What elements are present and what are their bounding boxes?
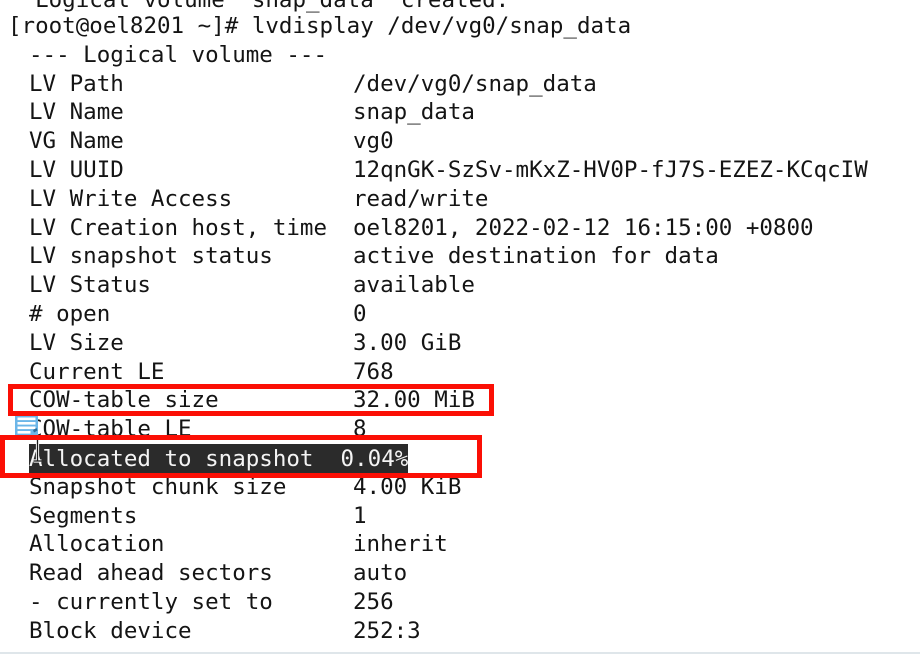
property-label: LV UUID (29, 157, 124, 183)
text-ibeam-cursor (31, 437, 44, 463)
property-label: Block device (29, 617, 192, 644)
property-label: # open (29, 301, 111, 327)
section-header-text: --- Logical volume --- (29, 41, 328, 68)
property-row-current-le: Current LE 768 (0, 358, 920, 387)
property-label: COW-table size (29, 387, 219, 414)
property-row-lv-write-access: LV Write Access read/write (0, 185, 920, 214)
property-row-allocated-to-snapshot[interactable]: Allocated to snapshot 0.04% (0, 444, 920, 476)
property-row-allocation: Allocation inherit (0, 530, 920, 559)
property-label: - currently set to (29, 589, 273, 615)
property-value: 256 (353, 589, 394, 615)
property-value: snap_data (353, 99, 475, 126)
property-value: 768 (353, 358, 394, 385)
property-row-currently-set-to: - currently set to 256 (0, 588, 920, 617)
property-row-lv-status: LV Status available (0, 271, 920, 300)
property-label: VG Name (29, 128, 124, 155)
property-label: LV Name (29, 99, 124, 126)
property-value: 8 (353, 416, 367, 443)
property-value: /dev/vg0/snap_data (353, 70, 597, 97)
property-label: Current LE (29, 358, 165, 385)
property-row-read-ahead-sectors: Read ahead sectors auto (0, 559, 920, 588)
property-value: 32.00 MiB (353, 387, 475, 414)
property-label: LV Status (29, 272, 151, 299)
property-row-lv-uuid: LV UUID 12qnGK-SzSv-mKxZ-HV0P-fJ7S-EZEZ-… (0, 156, 920, 185)
property-value: 252:3 (353, 617, 421, 644)
property-value: inherit (353, 531, 448, 558)
property-label: Snapshot chunk size (29, 473, 287, 500)
property-value: auto (353, 560, 408, 587)
property-label: LV Creation host, time (29, 214, 328, 241)
property-row-cow-table-le: COW-table LE 8 (0, 415, 920, 444)
property-row-lv-snapshot-status: LV snapshot status active destination fo… (0, 242, 920, 271)
property-value: 1 (353, 502, 367, 529)
property-value: 0 (353, 301, 367, 327)
property-label: LV Size (29, 329, 124, 356)
property-label: LV Path (29, 70, 124, 97)
property-label: COW-table LE (29, 416, 192, 443)
document-lines-icon (15, 415, 39, 438)
shell-prompt-line: [root@oel8201 ~]# lvdisplay /dev/vg0/sna… (0, 12, 920, 41)
property-row-vg-name: VG Name vg0 (0, 127, 920, 156)
property-label: Allocation (29, 531, 165, 558)
property-label: Segments (29, 502, 138, 529)
property-row-block-device: Block device 252:3 (0, 617, 920, 646)
property-value: vg0 (353, 128, 394, 155)
property-row-lv-name: LV Name snap_data (0, 98, 920, 127)
property-label: LV snapshot status (29, 243, 273, 270)
property-value: 4.00 KiB (353, 473, 462, 500)
property-row-lv-creation-host-time: LV Creation host, time oel8201, 2022-02-… (0, 214, 920, 243)
property-label: Read ahead sectors (29, 560, 273, 587)
property-row-lv-size: LV Size 3.00 GiB (0, 329, 920, 358)
terminal-output-pane[interactable]: Logical volume "snap_data" created. [roo… (0, 0, 920, 654)
property-value: active destination for data (353, 243, 719, 270)
property-row-cow-table-size: COW-table size 32.00 MiB (0, 386, 920, 415)
property-label: LV Write Access (29, 185, 233, 212)
property-value: 3.00 GiB (353, 329, 462, 356)
property-row-snapshot-chunk-size: Snapshot chunk size 4.00 KiB (0, 473, 920, 502)
property-row-segments: Segments 1 (0, 502, 920, 531)
property-value: available (353, 272, 475, 299)
prompt-command-text: [root@oel8201 ~]# lvdisplay /dev/vg0/sna… (8, 13, 632, 39)
selected-text-run[interactable]: Allocated to snapshot 0.04% (29, 444, 409, 476)
property-row-lv-path: LV Path /dev/vg0/snap_data (0, 70, 920, 99)
property-value: read/write (353, 185, 489, 212)
property-row-open-count: # open 0 (0, 300, 920, 329)
property-value: oel8201, 2022-02-12 16:15:00 +0800 (353, 214, 814, 241)
section-header-line: --- Logical volume --- (0, 41, 920, 70)
property-value: 12qnGK-SzSv-mKxZ-HV0P-fJ7S-EZEZ-KCqcIW (353, 157, 868, 183)
